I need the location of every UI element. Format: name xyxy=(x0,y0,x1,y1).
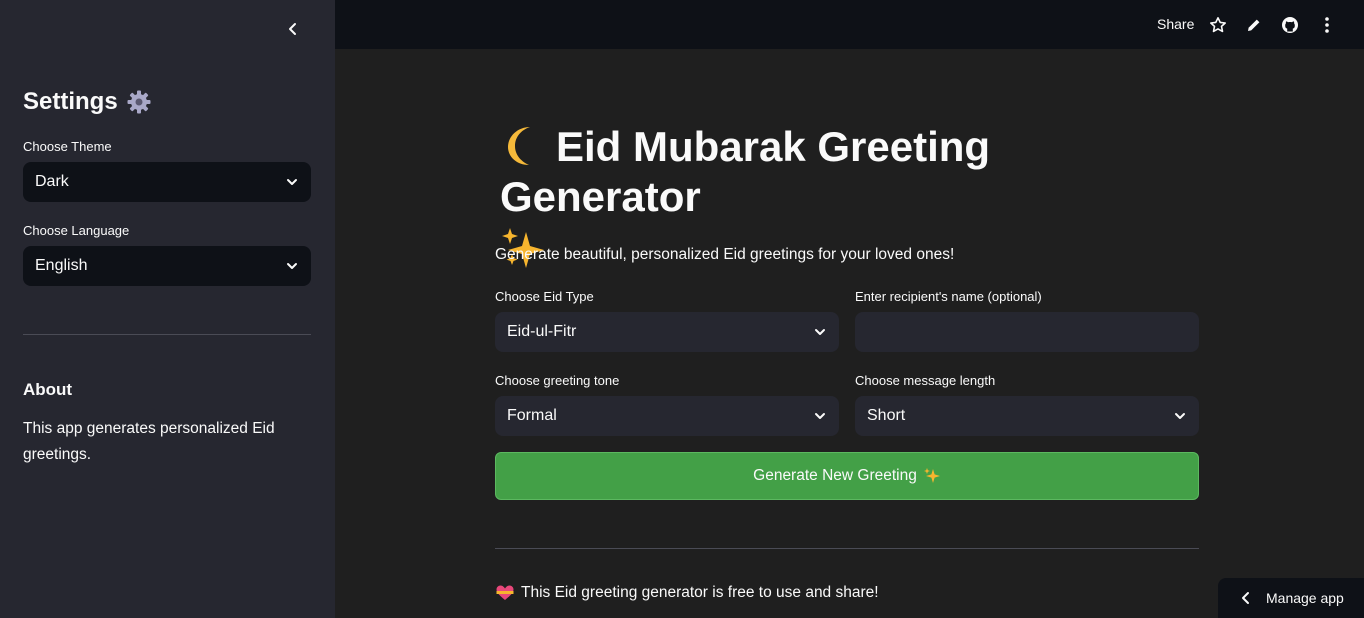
generate-button-label: Generate New Greeting xyxy=(753,467,917,484)
chevron-down-icon xyxy=(815,329,825,335)
chevron-down-icon xyxy=(287,179,297,185)
theme-label: Choose Theme xyxy=(23,139,112,154)
page-title-text: Eid Mubarak Greeting Generator xyxy=(500,123,991,220)
about-text: This app generates personalized Eid gree… xyxy=(23,420,275,463)
more-vertical-icon xyxy=(1325,17,1329,33)
crescent-moon-icon xyxy=(508,127,530,165)
github-icon xyxy=(1282,17,1298,33)
more-options-button[interactable] xyxy=(1317,14,1337,36)
eid-type-select[interactable]: Eid-ul-Fitr xyxy=(495,312,839,352)
about-heading: About xyxy=(23,380,73,399)
footer-note: This Eid greeting generator is free to u… xyxy=(495,584,879,602)
language-label: Choose Language xyxy=(23,223,130,238)
language-select-value: English xyxy=(35,257,88,274)
sidebar-title: Settings xyxy=(23,88,152,116)
app-root: Settings Choose Theme Dark Choose Langua… xyxy=(0,0,1364,618)
sidebar-title-text: Settings xyxy=(23,88,118,115)
sidebar-divider xyxy=(23,334,311,335)
pencil-icon xyxy=(1248,19,1260,31)
main-divider xyxy=(495,548,1199,549)
theme-select[interactable]: Dark xyxy=(23,162,311,202)
sparkles-icon xyxy=(923,468,940,483)
eid-type-value: Eid-ul-Fitr xyxy=(507,323,577,340)
collapse-sidebar-button[interactable] xyxy=(282,18,304,40)
chevron-down-icon xyxy=(815,413,825,419)
star-button[interactable] xyxy=(1208,14,1228,36)
github-button[interactable] xyxy=(1280,14,1300,36)
chevron-down-icon xyxy=(287,263,297,269)
share-button[interactable]: Share xyxy=(1157,16,1194,32)
gear-icon xyxy=(127,90,151,114)
top-header: Share xyxy=(335,0,1364,49)
eid-type-label: Choose Eid Type xyxy=(495,289,594,304)
chevron-left-icon xyxy=(289,23,296,35)
subtitle: Generate beautiful, personalized Eid gre… xyxy=(495,246,955,263)
manage-app-label: Manage app xyxy=(1266,590,1344,606)
theme-select-value: Dark xyxy=(35,173,69,190)
tone-select[interactable]: Formal xyxy=(495,396,839,436)
sidebar: Settings Choose Theme Dark Choose Langua… xyxy=(0,0,335,618)
tone-value: Formal xyxy=(507,407,557,424)
length-value: Short xyxy=(867,407,906,424)
recipient-label: Enter recipient's name (optional) xyxy=(855,289,1042,304)
chevron-down-icon xyxy=(1175,413,1185,419)
chevron-left-icon xyxy=(1242,592,1249,604)
recipient-name-input[interactable] xyxy=(855,312,1199,352)
heart-ribbon-icon xyxy=(496,585,514,600)
footer-note-text: This Eid greeting generator is free to u… xyxy=(521,584,879,601)
star-icon xyxy=(1210,17,1226,33)
generate-greeting-button[interactable]: Generate New Greeting xyxy=(495,452,1199,500)
edit-button[interactable] xyxy=(1244,14,1264,36)
language-select[interactable]: English xyxy=(23,246,311,286)
manage-app-button[interactable]: Manage app xyxy=(1218,578,1364,618)
length-select[interactable]: Short xyxy=(855,396,1199,436)
tone-label: Choose greeting tone xyxy=(495,373,620,388)
length-label: Choose message length xyxy=(855,373,996,388)
